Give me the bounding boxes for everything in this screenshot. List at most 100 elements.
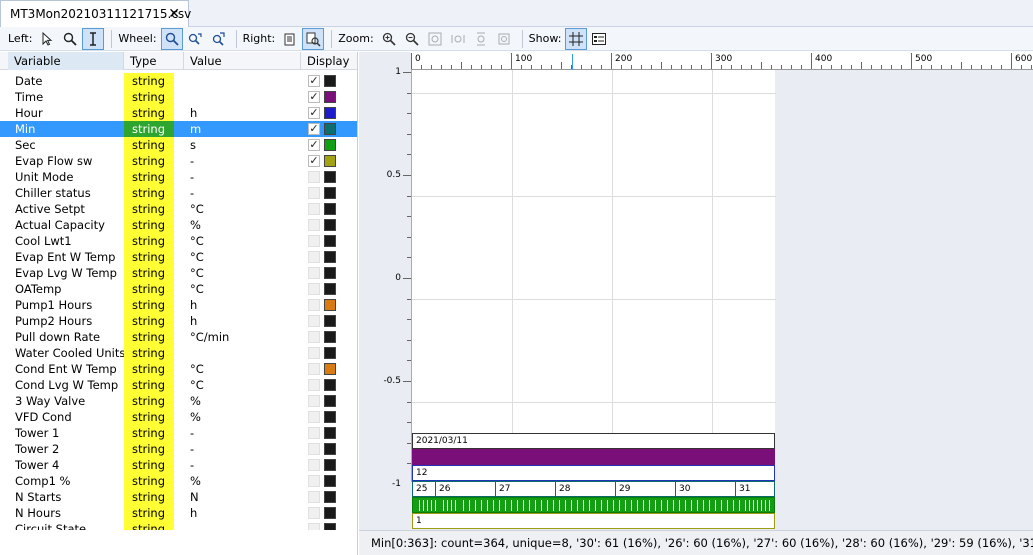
color-swatch[interactable] bbox=[324, 171, 336, 183]
display-checkbox[interactable] bbox=[308, 203, 320, 215]
display-checkbox[interactable] bbox=[308, 523, 320, 530]
right-copy-button[interactable] bbox=[279, 28, 301, 50]
variable-row[interactable]: Unit Mode string - bbox=[0, 169, 357, 185]
variable-row[interactable]: Date string ✓ bbox=[0, 73, 357, 89]
display-checkbox[interactable] bbox=[308, 411, 320, 423]
pointer-tool-button[interactable] bbox=[36, 28, 58, 50]
variable-row[interactable]: Pump2 Hours string h bbox=[0, 313, 357, 329]
color-swatch[interactable] bbox=[324, 523, 336, 530]
display-checkbox[interactable] bbox=[308, 315, 320, 327]
show-legend-button[interactable] bbox=[588, 28, 610, 50]
color-swatch[interactable] bbox=[324, 139, 336, 151]
display-checkbox[interactable] bbox=[308, 379, 320, 391]
color-swatch[interactable] bbox=[324, 155, 336, 167]
column-header-variable[interactable]: Variable bbox=[8, 52, 124, 70]
lane-hour[interactable]: 12 bbox=[412, 465, 775, 481]
color-swatch[interactable] bbox=[324, 459, 336, 471]
variable-row[interactable]: N Starts string N bbox=[0, 489, 357, 505]
color-swatch[interactable] bbox=[324, 251, 336, 263]
zoom-vertical-button[interactable] bbox=[470, 28, 492, 50]
color-swatch[interactable] bbox=[324, 331, 336, 343]
plot-panel[interactable]: 0 100 200 300 400 500 600 1 0.5 0 -0.5 -1 2021/03/… bbox=[359, 52, 1033, 530]
display-checkbox[interactable]: ✓ bbox=[308, 139, 320, 151]
text-cursor-tool-button[interactable] bbox=[82, 27, 105, 50]
display-checkbox[interactable] bbox=[308, 219, 320, 231]
color-swatch[interactable] bbox=[324, 75, 336, 87]
show-grid-button[interactable] bbox=[565, 27, 588, 50]
display-checkbox[interactable]: ✓ bbox=[308, 123, 320, 135]
display-checkbox[interactable] bbox=[308, 187, 320, 199]
color-swatch[interactable] bbox=[324, 219, 336, 231]
color-swatch[interactable] bbox=[324, 443, 336, 455]
variable-row[interactable]: OATemp string °C bbox=[0, 281, 357, 297]
color-swatch[interactable] bbox=[324, 283, 336, 295]
variable-row[interactable]: Cool Lwt1 string °C bbox=[0, 233, 357, 249]
variable-row[interactable]: Pump1 Hours string h bbox=[0, 297, 357, 313]
zoom-reset-button[interactable] bbox=[493, 28, 515, 50]
display-checkbox[interactable] bbox=[308, 427, 320, 439]
lane-date[interactable]: 2021/03/11 bbox=[412, 433, 775, 449]
variable-row[interactable]: 3 Way Valve string% bbox=[0, 393, 357, 409]
variable-row[interactable]: N Hours string h bbox=[0, 505, 357, 521]
color-swatch[interactable] bbox=[324, 235, 336, 247]
color-swatch[interactable] bbox=[324, 427, 336, 439]
lane-sec[interactable] bbox=[412, 497, 775, 513]
color-swatch[interactable] bbox=[324, 107, 336, 119]
variable-row[interactable]: Tower 1 string - bbox=[0, 425, 357, 441]
zoom-horizontal-button[interactable] bbox=[447, 28, 469, 50]
column-header-value[interactable]: Value bbox=[184, 52, 301, 70]
display-checkbox[interactable]: ✓ bbox=[308, 91, 320, 103]
display-checkbox[interactable] bbox=[308, 283, 320, 295]
variable-row[interactable]: Cond Lvg W Temp string °C bbox=[0, 377, 357, 393]
wheel-zoom-x-button[interactable] bbox=[184, 28, 206, 50]
color-swatch[interactable] bbox=[324, 507, 336, 519]
variable-row[interactable]: Sec string s ✓ bbox=[0, 137, 357, 153]
display-checkbox[interactable] bbox=[308, 251, 320, 263]
right-measure-button[interactable] bbox=[302, 27, 325, 50]
variable-row[interactable]: Tower 4 string - bbox=[0, 457, 357, 473]
color-swatch[interactable] bbox=[324, 267, 336, 279]
display-checkbox[interactable] bbox=[308, 395, 320, 407]
display-checkbox[interactable] bbox=[308, 507, 320, 519]
wheel-zoom-y-button[interactable] bbox=[207, 28, 229, 50]
display-checkbox[interactable] bbox=[308, 443, 320, 455]
color-swatch[interactable] bbox=[324, 491, 336, 503]
column-header-display[interactable]: Display bbox=[301, 52, 357, 70]
display-checkbox[interactable] bbox=[308, 347, 320, 359]
color-swatch[interactable] bbox=[324, 363, 336, 375]
display-checkbox[interactable] bbox=[308, 459, 320, 471]
lane-min[interactable]: 25 26 27 28 29 30 31 bbox=[412, 481, 775, 497]
display-checkbox[interactable] bbox=[308, 491, 320, 503]
color-swatch[interactable] bbox=[324, 187, 336, 199]
display-checkbox[interactable] bbox=[308, 171, 320, 183]
variable-row[interactable]: Water Cooled Units I string bbox=[0, 345, 357, 361]
variable-row[interactable]: Hour string h ✓ bbox=[0, 105, 357, 121]
variable-row[interactable]: Active Setpt string °C bbox=[0, 201, 357, 217]
display-checkbox[interactable]: ✓ bbox=[308, 107, 320, 119]
variable-row[interactable]: Chiller status string - bbox=[0, 185, 357, 201]
variable-row[interactable]: Evap Lvg W Temp string °C bbox=[0, 265, 357, 281]
zoom-fit-button[interactable] bbox=[424, 28, 446, 50]
variable-row[interactable]: Min string m ✓ bbox=[0, 121, 357, 137]
display-checkbox[interactable] bbox=[308, 475, 320, 487]
color-swatch[interactable] bbox=[324, 411, 336, 423]
variable-row[interactable]: Pull down Rate string °C/min bbox=[0, 329, 357, 345]
close-tab-icon[interactable]: ✕ bbox=[168, 6, 180, 22]
display-checkbox[interactable] bbox=[308, 299, 320, 311]
variable-row[interactable]: Circuit State string bbox=[0, 521, 357, 530]
zoom-in-button[interactable] bbox=[378, 28, 400, 50]
variable-row[interactable]: Actual Capacity string% bbox=[0, 217, 357, 233]
magnify-tool-button[interactable] bbox=[59, 28, 81, 50]
file-tab[interactable]: MT3Mon20210311121715.csv ✕ bbox=[0, 0, 191, 27]
color-swatch[interactable] bbox=[324, 123, 336, 135]
variable-row[interactable]: Tower 2 string - bbox=[0, 441, 357, 457]
color-swatch[interactable] bbox=[324, 347, 336, 359]
color-swatch[interactable] bbox=[324, 203, 336, 215]
variable-row[interactable]: Comp1 % string% bbox=[0, 473, 357, 489]
variable-row[interactable]: Evap Ent W Temp string °C bbox=[0, 249, 357, 265]
display-checkbox[interactable]: ✓ bbox=[308, 155, 320, 167]
display-checkbox[interactable] bbox=[308, 235, 320, 247]
display-checkbox[interactable] bbox=[308, 331, 320, 343]
display-checkbox[interactable] bbox=[308, 267, 320, 279]
lane-evap-flow[interactable]: 1 bbox=[412, 513, 775, 529]
